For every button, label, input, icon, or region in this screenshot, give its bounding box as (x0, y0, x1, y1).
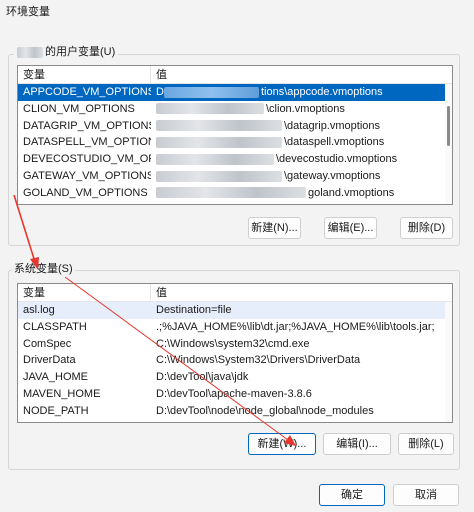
redacted-value (156, 170, 282, 182)
header-value[interactable]: 值 (151, 66, 452, 83)
redacted-value (156, 136, 282, 148)
row-value: goland.vmoptions (151, 185, 452, 202)
user-edit-button[interactable]: 编辑(E)... (324, 217, 377, 239)
system-variables-label: 系统变量(S) (12, 260, 75, 276)
row-variable: DATAGRIP_VM_OPTIONS (23, 119, 151, 132)
system-row-asl-log[interactable]: asl.log Destination=file (18, 302, 452, 319)
row-variable: DEVECOSTUDIO_VM_OPT... (23, 153, 151, 166)
scroll-thumb[interactable] (447, 106, 450, 146)
ok-button[interactable]: 确定 (319, 484, 385, 506)
system-list-header: 变量 值 (18, 284, 452, 302)
header-value[interactable]: 值 (151, 284, 452, 301)
system-row-driverdata[interactable]: DriverData C:\Windows\System32\Drivers\D… (18, 352, 452, 369)
row-value: \devecostudio.vmoptions (151, 151, 452, 168)
user-row-gateway[interactable]: GATEWAY_VM_OPTIONS \gateway.vmoptions (18, 168, 452, 185)
redacted-value (163, 86, 259, 98)
row-value: \clion.vmoptions (151, 101, 452, 118)
system-row-node-path[interactable]: NODE_PATH D:\devTool\node\node_global\no… (18, 403, 452, 420)
user-new-button[interactable]: 新建(N)... (248, 217, 301, 239)
header-variable[interactable]: 变量 (18, 284, 151, 301)
user-row-datagrip[interactable]: DATAGRIP_VM_OPTIONS \datagrip.vmoptions (18, 118, 452, 135)
row-variable: JAVA_HOME (23, 371, 88, 384)
system-delete-button[interactable]: 删除(L) (398, 433, 454, 455)
row-value: Destination=file (156, 304, 232, 316)
row-value: C:\Windows\System32\Drivers\DriverData (156, 354, 361, 367)
row-value: D:\devTool\apache-maven-3.8.6 (156, 387, 312, 400)
user-delete-button[interactable]: 删除(D) (400, 217, 453, 239)
row-variable: GOLAND_VM_OPTIONS (23, 186, 148, 199)
row-value: C:\Windows\system32\cmd.exe (156, 337, 310, 350)
row-value: \datagrip.vmoptions (151, 118, 452, 135)
redacted-value (156, 187, 306, 199)
system-edit-button[interactable]: 编辑(I)... (323, 433, 391, 455)
header-variable[interactable]: 变量 (18, 66, 151, 83)
system-list-scrollbar[interactable] (445, 302, 452, 422)
row-variable: MAVEN_HOME (23, 387, 101, 400)
system-new-button[interactable]: 新建(W)... (248, 433, 316, 455)
system-row-classpath[interactable]: CLASSPATH .;%JAVA_HOME%\lib\dt.jar;%JAVA… (18, 319, 452, 336)
redacted-value (156, 120, 282, 132)
row-value: .;%JAVA_HOME%\lib\dt.jar;%JAVA_HOME%\lib… (156, 320, 435, 333)
row-value: D:\devTool\java\jdk (156, 371, 249, 384)
user-variables-list[interactable]: 变量 值 APPCODE_VM_OPTIONS Dtions\appcode.v… (17, 65, 453, 205)
row-variable: CLION_VM_OPTIONS (23, 102, 135, 115)
window-title: 环境变量 (0, 0, 474, 22)
row-value: \gateway.vmoptions (151, 168, 452, 185)
system-row-maven-home[interactable]: MAVEN_HOME D:\devTool\apache-maven-3.8.6 (18, 386, 452, 403)
row-variable: asl.log (23, 304, 55, 316)
user-list-header: 变量 值 (18, 66, 452, 84)
row-variable: ComSpec (23, 337, 72, 350)
row-variable: DriverData (23, 354, 76, 367)
user-row-dataspell[interactable]: DATASPELL_VM_OPTIONS \dataspell.vmoption… (18, 134, 452, 151)
row-variable: DATASPELL_VM_OPTIONS (23, 136, 151, 149)
row-value: D:\devTool\node\node_global\node_modules (156, 404, 374, 417)
user-row-goland[interactable]: GOLAND_VM_OPTIONS goland.vmoptions (18, 185, 452, 202)
row-value: Dtions\appcode.vmoptions (156, 86, 383, 98)
cancel-button[interactable]: 取消 (393, 484, 459, 506)
redacted-value (156, 103, 264, 115)
row-variable: NODE_PATH (23, 404, 89, 417)
system-variables-list[interactable]: 变量 值 asl.log Destination=file CLASSPATH … (17, 283, 453, 423)
user-row-devecostudio[interactable]: DEVECOSTUDIO_VM_OPT... \devecostudio.vmo… (18, 151, 452, 168)
system-row-java-home[interactable]: JAVA_HOME D:\devTool\java\jdk (18, 369, 452, 386)
user-row-appcode[interactable]: APPCODE_VM_OPTIONS Dtions\appcode.vmopti… (18, 84, 452, 101)
user-variables-label: 的用户变量(U) (14, 43, 119, 59)
user-row-clion[interactable]: CLION_VM_OPTIONS \clion.vmoptions (18, 101, 452, 118)
row-value: \dataspell.vmoptions (151, 134, 452, 151)
row-variable: CLASSPATH (23, 320, 87, 333)
user-list-scrollbar[interactable] (445, 84, 452, 204)
row-variable: GATEWAY_VM_OPTIONS (23, 169, 151, 182)
redacted-value (156, 153, 274, 165)
row-variable: APPCODE_VM_OPTIONS (23, 86, 151, 98)
redacted-username (17, 46, 43, 58)
system-row-comspec[interactable]: ComSpec C:\Windows\system32\cmd.exe (18, 336, 452, 353)
